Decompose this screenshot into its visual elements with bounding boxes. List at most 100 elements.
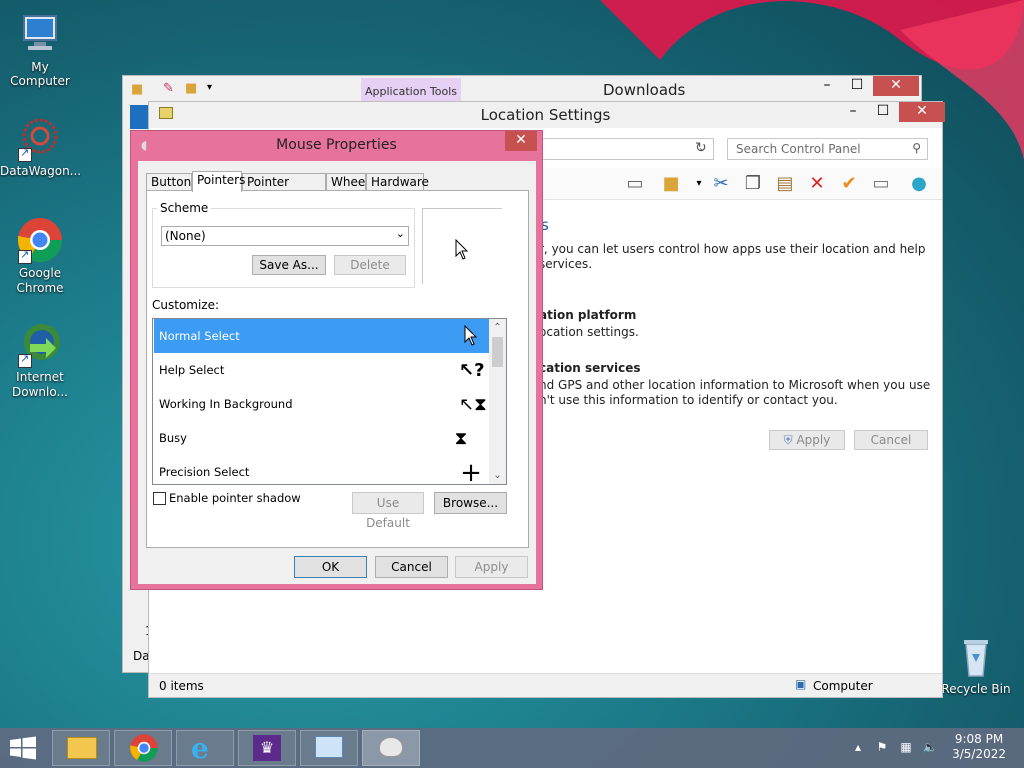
list-scrollbar[interactable]: ⌃ ⌄ — [489, 319, 506, 484]
ok-button[interactable]: OK — [294, 556, 367, 578]
desktop-icon-chrome[interactable]: Google Chrome — [0, 216, 80, 296]
taskbar-internet-explorer[interactable]: e — [176, 730, 234, 766]
sidebar-selection-marker — [130, 105, 148, 129]
maximize-button[interactable]: ☐ — [843, 76, 871, 96]
maximize-button[interactable]: ☐ — [869, 102, 897, 122]
search-input[interactable]: Search Control Panel ⚲ — [727, 138, 928, 160]
shortcut-arrow-icon — [18, 146, 32, 162]
shortcut-arrow-icon — [18, 352, 32, 368]
computer-icon — [16, 10, 64, 58]
taskbar-chrome[interactable] — [114, 730, 172, 766]
taskbar-control-panel[interactable] — [300, 730, 358, 766]
downloads-title: Downloads — [603, 81, 686, 99]
tab-buttons[interactable]: Buttons — [146, 173, 197, 191]
desktop-icon-my-computer[interactable]: My Computer — [0, 10, 80, 88]
status-item-count: 0 items — [159, 679, 204, 693]
download-manager-icon — [16, 320, 64, 368]
scroll-thumb[interactable] — [492, 337, 503, 367]
list-item[interactable]: Working In Background ↖⧗ — [154, 387, 489, 421]
delete-icon[interactable]: ✕ — [805, 172, 829, 196]
new-folder-icon[interactable]: ■ — [185, 81, 197, 96]
downloads-titlebar[interactable]: ■ ✎ ■ ▾ Application Tools Downloads – ☐ … — [123, 76, 921, 102]
minimize-button[interactable]: – — [813, 76, 841, 96]
minimize-button[interactable]: – — [839, 102, 867, 122]
taskbar-trophy-app[interactable]: ♛ — [238, 730, 296, 766]
location-title: Location Settings — [480, 106, 611, 124]
location-apply-button[interactable]: ⛨ Apply — [769, 430, 845, 450]
preview-pane-icon[interactable]: ▭ — [623, 172, 647, 196]
desktop-icon-recycle-bin[interactable]: Recycle Bin — [936, 632, 1016, 696]
list-item[interactable]: Help Select ↖? — [154, 353, 489, 387]
tab-wheel[interactable]: Wheel — [326, 173, 369, 191]
status-bar: 0 items ▣ Computer — [149, 673, 942, 697]
pointer-name: Help Select — [159, 363, 225, 377]
cancel-button[interactable]: Cancel — [375, 556, 448, 578]
volume-muted-icon[interactable]: 🔈 — [922, 740, 938, 756]
pointer-name: Working In Background — [159, 397, 293, 411]
cut-icon[interactable]: ✂ — [709, 172, 733, 196]
show-hidden-icons[interactable]: ▴ — [850, 740, 866, 756]
delete-button[interactable]: Delete — [334, 255, 406, 275]
close-button[interactable]: ✕ — [873, 76, 919, 96]
tab-hardware[interactable]: Hardware — [366, 173, 429, 191]
use-default-button[interactable]: Use Default — [352, 492, 424, 530]
services-heading: cation services — [539, 361, 641, 375]
list-item[interactable]: Normal Select — [154, 319, 489, 353]
mouse-titlebar[interactable]: ◖ Mouse Properties ✕ — [131, 131, 542, 161]
action-center-flag-icon[interactable]: ⚑ — [874, 740, 890, 756]
start-button[interactable] — [8, 736, 38, 760]
clock-time: 9:08 PM — [954, 732, 1004, 746]
network-icon[interactable]: ▦ — [898, 740, 914, 756]
options-dropdown-icon[interactable]: ▾ — [687, 172, 711, 196]
working-cursor-icon: ↖⧗ — [459, 394, 487, 415]
chrome-icon — [130, 734, 158, 762]
taskbar-file-explorer[interactable] — [52, 730, 110, 766]
system-clock[interactable]: 9:08 PM 3/5/2022 — [952, 732, 1006, 762]
pointer-shadow-checkbox[interactable] — [153, 492, 166, 505]
paste-icon[interactable]: ▤ — [773, 172, 797, 196]
services-text-line1: nd GPS and other location information to… — [539, 378, 931, 392]
pointer-preview — [422, 208, 502, 284]
apply-button[interactable]: Apply — [455, 556, 528, 578]
location-cancel-button[interactable]: Cancel — [854, 430, 928, 450]
save-as-button[interactable]: Save As... — [252, 255, 326, 275]
clock-date: 3/5/2022 — [952, 747, 1006, 761]
address-bar[interactable]: ⌄ — [539, 138, 714, 160]
mouse-properties-dialog[interactable]: ◖ Mouse Properties ✕ Buttons Pointers Po… — [130, 130, 543, 590]
tab-pointer-options[interactable]: Pointer Options — [242, 173, 326, 206]
search-icon[interactable]: ⚲ — [912, 141, 921, 155]
taskbar-mouse-properties[interactable] — [362, 730, 420, 766]
pointer-list[interactable]: Normal Select Help Select ↖? Working In … — [152, 318, 507, 485]
globe-icon[interactable]: ● — [907, 172, 931, 196]
refresh-icon[interactable]: ↻ — [695, 140, 707, 156]
desktop-icon-label: Recycle Bin — [941, 682, 1011, 696]
folder-options-icon[interactable]: ■ — [659, 172, 683, 196]
scroll-up-icon[interactable]: ⌃ — [489, 319, 506, 336]
properties-icon[interactable]: ✎ — [163, 81, 174, 96]
platform-text: ocation settings. — [539, 325, 639, 339]
close-button[interactable]: ✕ — [899, 102, 945, 122]
pointer-shadow-label[interactable]: Enable pointer shadow — [169, 491, 301, 505]
tab-pointers[interactable]: Pointers — [192, 171, 245, 192]
desktop-icon-label: Google Chrome — [16, 266, 64, 295]
location-titlebar[interactable]: Location Settings – ☐ ✕ — [149, 102, 945, 128]
pointer-name: Precision Select — [159, 465, 250, 479]
rename-icon[interactable]: ▭ — [869, 172, 893, 196]
browse-button[interactable]: Browse... — [434, 492, 507, 514]
computer-small-icon: ▣ — [795, 677, 807, 691]
application-tools-tab[interactable]: Application Tools — [361, 78, 461, 102]
datawagon-icon — [16, 114, 64, 162]
scroll-down-icon[interactable]: ⌄ — [489, 467, 506, 484]
checkmark-icon[interactable]: ✔ — [837, 172, 861, 196]
platform-heading: ation platform — [539, 308, 637, 322]
apply-label: Apply — [796, 433, 831, 447]
close-button[interactable]: ✕ — [505, 131, 537, 151]
pointer-name: Busy — [159, 431, 187, 445]
list-item[interactable]: Busy ⧗ — [154, 421, 489, 455]
list-item[interactable]: Precision Select + — [154, 455, 489, 484]
desktop-icon-idm[interactable]: Internet Downlo... — [0, 320, 80, 400]
desktop-icon-datawagon[interactable]: DataWagon... — [0, 114, 81, 178]
copy-icon[interactable]: ❐ — [741, 172, 765, 196]
quick-access-dropdown-icon[interactable]: ▾ — [207, 82, 212, 93]
scheme-select[interactable]: (None) ⌄ — [161, 226, 409, 246]
